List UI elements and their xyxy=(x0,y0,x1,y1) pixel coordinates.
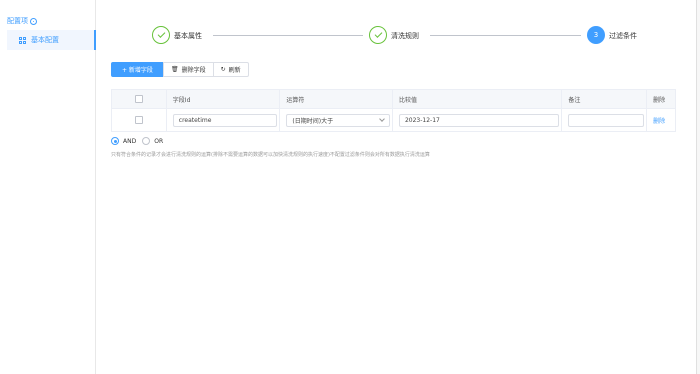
operator-cell: (日期时间)大于 xyxy=(280,109,393,131)
step-3-active-icon: 3 xyxy=(587,26,605,44)
grid-icon xyxy=(19,36,26,44)
refresh-button[interactable]: ↻ 刷新 xyxy=(212,62,249,77)
delete-field-label: 删除字段 xyxy=(181,67,206,74)
radio-and-dot[interactable] xyxy=(111,137,119,145)
remark-input[interactable] xyxy=(568,113,645,127)
operator-value: (日期时间)大于 xyxy=(292,117,334,125)
operator-select[interactable]: (日期时间)大于 xyxy=(286,113,391,127)
sidebar-item-basic-config[interactable]: 基本配置 xyxy=(7,30,96,50)
add-field-label: + 新增字段 xyxy=(122,67,153,74)
header-operator: 运算符 xyxy=(280,90,393,108)
refresh-icon: ↻ xyxy=(220,66,226,73)
row-select[interactable] xyxy=(112,109,167,131)
logic-radio-group: AND OR xyxy=(111,137,163,145)
radio-or[interactable]: OR xyxy=(142,137,163,145)
table-header: 字段Id 运算符 比较值 备注 删除 xyxy=(112,90,675,109)
step-1-label: 基本属性 xyxy=(174,32,202,40)
step-1-done-icon xyxy=(152,26,170,44)
table-row: createtime (日期时间)大于 2023-12-17 删除 xyxy=(112,109,675,131)
sidebar-header-label: 配置项 xyxy=(7,17,28,25)
compare-value-input[interactable]: 2023-12-17 xyxy=(398,113,559,127)
steps: 基本属性 清洗规则 3 过滤条件 xyxy=(152,26,652,48)
radio-and[interactable]: AND xyxy=(111,137,136,145)
value-cell: 2023-12-17 xyxy=(393,109,563,131)
delete-field-button[interactable]: 🗑 删除字段 xyxy=(162,62,214,77)
radio-and-label: AND xyxy=(123,137,137,145)
settings-icon[interactable] xyxy=(30,17,37,25)
radio-or-label: OR xyxy=(154,137,164,145)
header-select-all[interactable] xyxy=(112,90,167,108)
step-3-label: 过滤条件 xyxy=(609,32,637,40)
checkbox[interactable] xyxy=(134,116,143,124)
remark-cell xyxy=(562,109,648,131)
hint-text: 只有符合条件的记录才会进行清洗规则的运算(排除不需要运算的数据可以加快清洗规则的… xyxy=(111,152,430,158)
action-cell: 删除 xyxy=(647,109,675,131)
header-remark: 备注 xyxy=(562,90,648,108)
sidebar-item-label: 基本配置 xyxy=(31,36,59,44)
field-id-input[interactable]: createtime xyxy=(172,113,277,127)
refresh-label: 刷新 xyxy=(228,67,241,74)
toolbar: + 新增字段 🗑 删除字段 ↻ 刷新 xyxy=(111,62,249,77)
filter-table: 字段Id 运算符 比较值 备注 删除 createtime (日期时间)大于 2… xyxy=(111,89,676,132)
checkbox[interactable] xyxy=(134,95,143,103)
header-compare-value: 比较值 xyxy=(393,90,563,108)
step-2-label: 清洗规则 xyxy=(391,32,419,40)
trash-icon: 🗑 xyxy=(170,66,179,73)
delete-row-link[interactable]: 删除 xyxy=(653,116,665,125)
sidebar: 配置项 基本配置 xyxy=(0,0,96,374)
app-root: 配置项 基本配置 基本属性 清洗规则 3 过滤条件 + 新增字段 🗑 删除字段 … xyxy=(0,0,700,374)
step-connector xyxy=(430,35,581,36)
step-2-done-icon xyxy=(369,26,387,44)
header-field-id: 字段Id xyxy=(167,90,281,108)
sidebar-header[interactable]: 配置项 xyxy=(7,16,37,26)
radio-or-dot[interactable] xyxy=(142,137,151,145)
step-3-number: 3 xyxy=(593,31,599,39)
add-field-button[interactable]: + 新增字段 xyxy=(111,62,164,77)
header-delete: 删除 xyxy=(653,96,666,104)
scrollbar[interactable] xyxy=(696,0,700,374)
step-connector xyxy=(213,35,363,36)
field-cell: createtime xyxy=(167,109,281,131)
chevron-down-icon xyxy=(379,116,386,122)
